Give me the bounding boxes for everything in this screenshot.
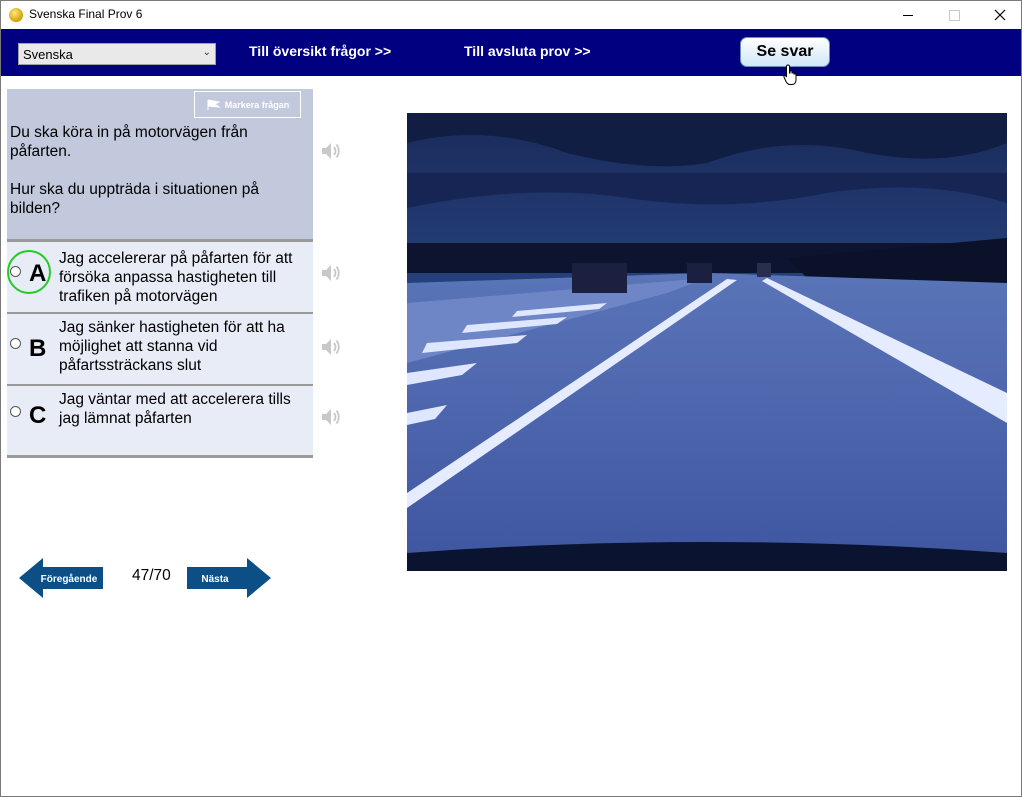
- answer-option-b[interactable]: B Jag sänker hastigheten för att ha möjl…: [7, 314, 313, 384]
- answer-letter: C: [29, 402, 47, 429]
- answer-c-speaker-icon[interactable]: [319, 405, 343, 429]
- answer-b-speaker-icon[interactable]: [319, 335, 343, 359]
- radio-button-b[interactable]: [10, 338, 21, 349]
- next-label: Nästa: [201, 574, 229, 585]
- question-speaker-icon[interactable]: [319, 139, 343, 163]
- app-icon: [9, 8, 23, 22]
- radio-button-a[interactable]: [10, 266, 21, 277]
- answer-text: Jag sänker hastigheten för att ha möjlig…: [59, 319, 285, 374]
- answer-text: Jag väntar med att accelerera tills jag …: [59, 391, 291, 427]
- answer-text: Jag accelererar på påfarten för att förs…: [59, 250, 293, 305]
- separator: [7, 455, 313, 458]
- maximize-button[interactable]: [931, 1, 977, 29]
- answer-option-a[interactable]: A Jag accelererar på påfarten för att fö…: [7, 242, 313, 312]
- window-title: Svenska Final Prov 6: [29, 7, 143, 21]
- question-line-2: Hur ska du uppträda i situationen på bil…: [10, 181, 260, 217]
- answer-letter: B: [29, 335, 47, 362]
- top-navigation-bar: Svenska ⌄ Till översikt frågor >> Till a…: [1, 29, 1021, 76]
- maximize-icon: [948, 9, 960, 21]
- answer-option-c[interactable]: C Jag väntar med att accelerera tills ja…: [7, 386, 313, 455]
- mark-question-button[interactable]: Markera frågan: [194, 91, 301, 118]
- close-button[interactable]: [977, 1, 1021, 29]
- radio-button-c[interactable]: [10, 406, 21, 417]
- close-icon: [994, 9, 1006, 21]
- app-window: Svenska Final Prov 6 Svenska ⌄ Till över…: [0, 0, 1022, 797]
- next-button[interactable]: Nästa: [187, 558, 271, 598]
- flag-icon: [207, 99, 221, 110]
- motorway-photo: [407, 113, 1007, 571]
- question-counter: 47/70: [132, 567, 171, 584]
- question-line-1: Du ska köra in på motorvägen från påfart…: [10, 124, 248, 160]
- finish-test-link[interactable]: Till avsluta prov >>: [464, 43, 591, 59]
- previous-label: Föregående: [41, 573, 98, 585]
- chevron-down-icon: ⌄: [202, 47, 211, 58]
- question-panel: Markera frågan Du ska köra in på motorvä…: [7, 89, 313, 241]
- overview-questions-link[interactable]: Till översikt frågor >>: [249, 43, 391, 59]
- hand-cursor-icon: [783, 64, 797, 85]
- answer-a-speaker-icon[interactable]: [319, 261, 343, 285]
- language-select-value: Svenska: [23, 47, 73, 62]
- question-text: Du ska köra in på motorvägen från påfart…: [10, 123, 300, 237]
- previous-button[interactable]: Föregående: [19, 558, 103, 598]
- minimize-button[interactable]: [885, 1, 931, 29]
- mark-question-label: Markera frågan: [224, 99, 290, 110]
- show-answer-button[interactable]: Se svar: [740, 37, 830, 67]
- title-bar: Svenska Final Prov 6: [1, 1, 1021, 29]
- answer-letter: A: [29, 260, 47, 287]
- language-select[interactable]: Svenska ⌄: [18, 43, 216, 65]
- minimize-icon: [903, 14, 913, 16]
